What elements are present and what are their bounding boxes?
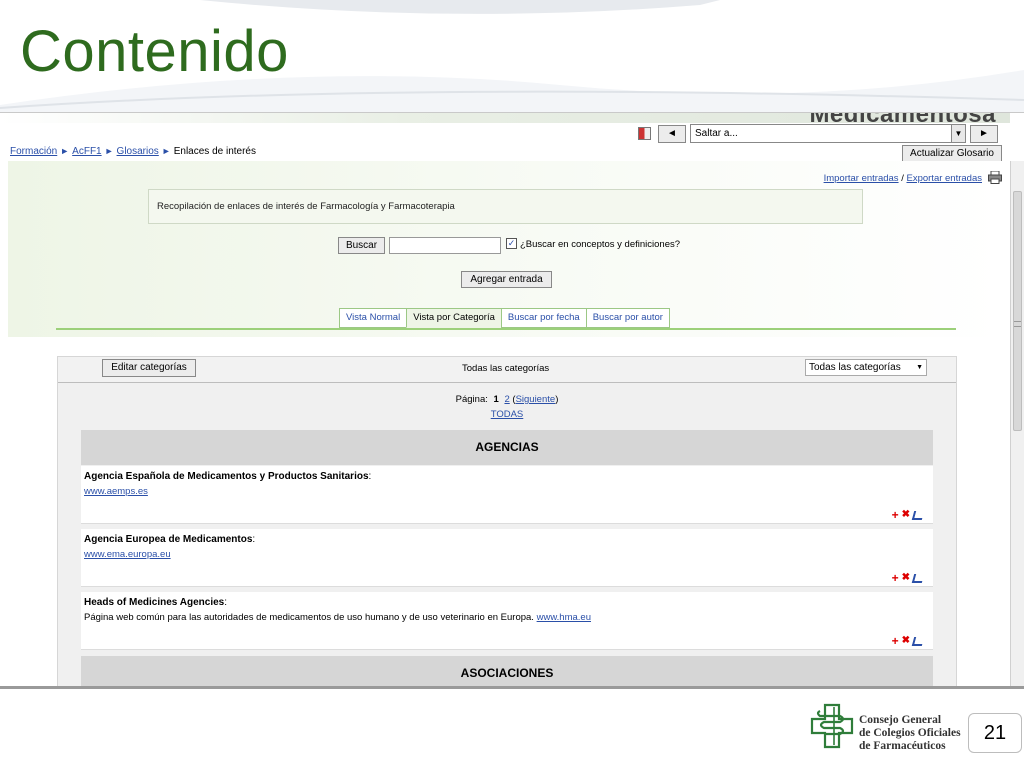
pagination: Página: 1 2 (Siguiente) [455,394,559,405]
tab-normal-view[interactable]: Vista Normal [339,308,407,328]
breadcrumb-separator-icon: ► [104,146,114,156]
glossary-content: Importar entradas / Exportar entradas Re… [8,161,1004,337]
entry-actions: + ✖ [892,635,925,647]
breadcrumb-current: Enlaces de interés [173,146,256,157]
edit-categories-button[interactable]: Editar categorías [102,359,196,377]
category-select-value: Todas las categorías [809,362,901,373]
add-entry-button[interactable]: Agregar entrada [461,271,552,288]
entry-link[interactable]: www.hma.eu [537,612,591,623]
add-icon[interactable]: + [892,635,899,647]
layout-toggle-icon[interactable] [638,127,651,140]
update-glossary-button[interactable]: Actualizar Glosario [902,145,1002,162]
edit-icon[interactable] [911,636,925,646]
entry-actions: + ✖ [892,509,925,521]
slide-title: Contenido [20,19,289,84]
category-header-asociaciones: ASOCIACIONES [81,656,933,687]
list-item: Heads of Medicines Agencies: Página web … [81,592,933,650]
organization-name-line1: Consejo General [859,714,942,726]
paging-label: Página: [455,394,488,405]
current-page: 1 [493,394,499,405]
search-definitions-label: ¿Buscar en conceptos y definiciones? [520,239,681,250]
entry-title: Heads of Medicines Agencies: [84,597,228,608]
delete-icon[interactable]: ✖ [902,636,910,646]
slide: Contenido Medicamentosa ◄ Saltar a... ▼ … [0,0,1024,768]
breadcrumb-separator-icon: ► [161,146,171,156]
edit-icon[interactable] [911,510,925,520]
prev-activity-button[interactable]: ◄ [658,125,686,143]
view-tabs: Vista Normal Vista por Categoría Buscar … [339,308,670,328]
organization-name: Consejo General de Colegios Oficiales de… [859,714,961,753]
edit-icon[interactable] [911,573,925,583]
tab-search-by-author[interactable]: Buscar por autor [585,308,670,328]
add-icon[interactable]: + [892,509,899,521]
delete-icon[interactable]: ✖ [902,510,910,520]
printer-icon[interactable] [988,171,1002,184]
vertical-scrollbar[interactable] [1010,161,1024,687]
pharmacy-logo-icon [810,703,854,749]
glossary-description: Recopilación de enlaces de interés de Fa… [148,189,863,224]
organization-name-line3: de Farmacéuticos [859,740,946,752]
next-page-link[interactable]: Siguiente [516,394,556,405]
category-panel: Editar categorías Todas las categorías T… [57,356,957,687]
chevron-down-icon: ▼ [951,125,965,142]
list-item: Agencia Europea de Medicamentos: www.ema… [81,529,933,587]
import-entries-link[interactable]: Importar entradas [824,173,899,184]
entry-definition: Página web común para las autoridades de… [84,612,591,623]
page-2-link[interactable]: 2 [504,394,509,405]
jump-to-select[interactable]: Saltar a... ▼ [690,124,966,143]
entry-actions: + ✖ [892,572,925,584]
export-entries-link[interactable]: Exportar entradas [906,173,982,184]
add-icon[interactable]: + [892,572,899,584]
organization-name-line2: de Colegios Oficiales [859,727,961,739]
page-number: 21 [968,713,1022,753]
entry-title: Agencia Europea de Medicamentos: [84,534,256,545]
delete-icon[interactable]: ✖ [902,573,910,583]
scrollbar-grip-icon [1014,321,1021,327]
all-pages: TODAS [58,409,956,420]
search-input[interactable] [389,237,501,254]
entry-title: Agencia Española de Medicamentos y Produ… [84,471,372,482]
entry-definition: www.ema.europa.eu [84,549,930,560]
nav-row: ◄ Saltar a... ▼ ► Formación ► AcFF1 ► Glosar… [8,123,1004,162]
tab-category-view[interactable]: Vista por Categoría [406,308,501,328]
all-categories-label: Todas las categorías [462,363,550,374]
category-header-agencias: AGENCIAS [81,430,933,465]
entry-definition: www.aemps.es [84,486,930,497]
tab-search-by-date[interactable]: Buscar por fecha [500,308,586,328]
entry-link[interactable]: www.ema.europa.eu [84,549,171,560]
search-button[interactable]: Buscar [338,237,385,254]
search-definitions-checkbox[interactable]: ✓ [506,238,517,249]
category-select[interactable]: Todas las categorías ▼ [805,359,927,376]
browser-screenshot: Medicamentosa ◄ Saltar a... ▼ ► Formació… [0,112,1024,687]
breadcrumb-item-glosarios[interactable]: Glosarios [117,146,159,157]
entry-link[interactable]: www.aemps.es [84,486,148,497]
chevron-down-icon: ▼ [916,364,923,371]
next-activity-button[interactable]: ► [970,125,998,143]
import-export-links: Importar entradas / Exportar entradas [824,173,982,184]
breadcrumb-separator-icon: ► [60,146,70,156]
io-separator: / [901,173,904,184]
category-panel-header: Editar categorías Todas las categorías T… [58,357,956,383]
breadcrumb: Formación ► AcFF1 ► Glosarios ► Enlaces de int… [10,146,256,157]
list-item: Agencia Española de Medicamentos y Produ… [81,466,933,524]
breadcrumb-item-formacion[interactable]: Formación [10,146,57,157]
scrollbar-thumb[interactable] [1013,191,1022,431]
tab-underline [56,328,956,330]
all-pages-link[interactable]: TODAS [491,409,524,420]
breadcrumb-item-acff1[interactable]: AcFF1 [72,146,101,157]
jump-to-value: Saltar a... [695,128,738,139]
